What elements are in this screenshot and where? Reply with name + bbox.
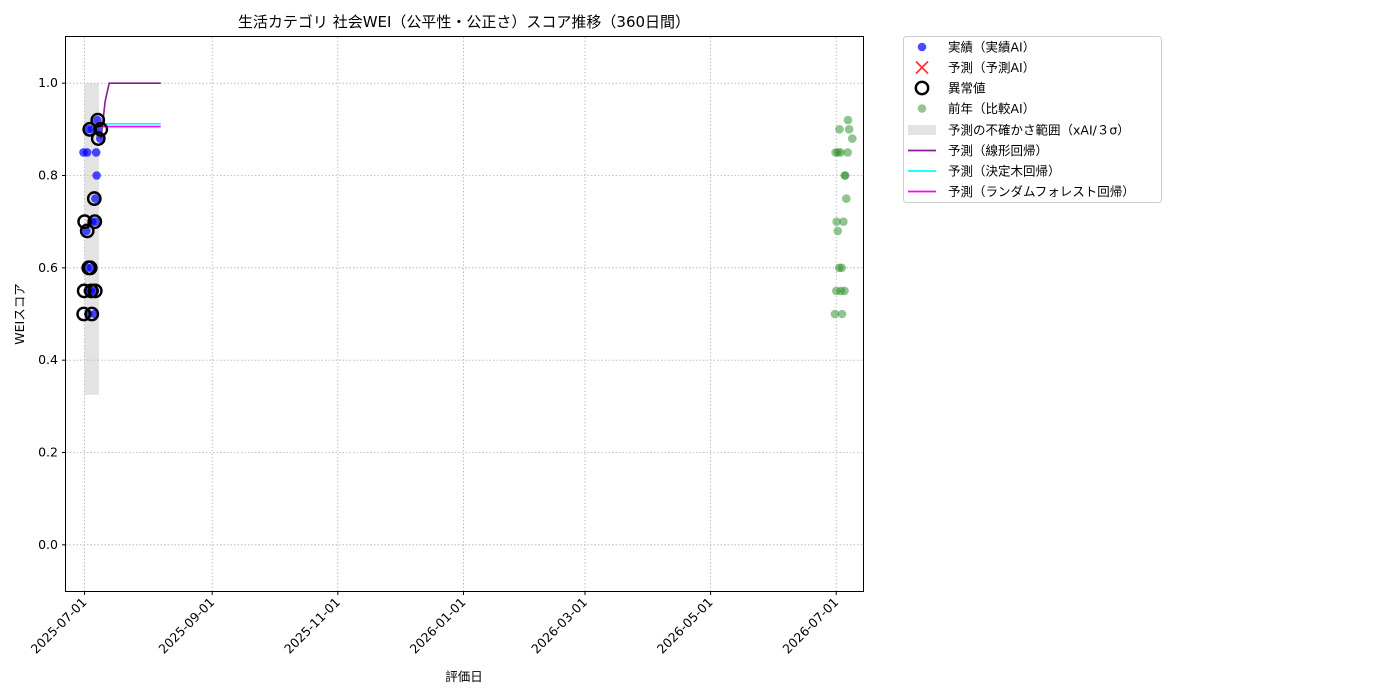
legend-dot-marker: [917, 104, 927, 113]
grid: [66, 37, 863, 591]
actual-point: [91, 148, 101, 157]
y-tick-label: 0.2: [38, 445, 58, 460]
x-tick-label: 2026-01-01: [407, 595, 469, 657]
prev-year-point: [840, 171, 850, 180]
y-tick-label: 0.0: [38, 537, 58, 552]
x-tick-label: 2026-05-01: [654, 595, 716, 657]
legend-label: 異常値: [948, 81, 986, 96]
plot-frame: [65, 36, 864, 592]
prediction-lines-layer: [100, 82, 161, 139]
prev-year-point: [842, 194, 851, 203]
x-tick-label: 2026-03-01: [528, 595, 590, 657]
actual-point: [92, 171, 101, 180]
wei-score-chart: 生活カテゴリ 社会WEI（公平性・公正さ）スコア推移（360日間） 0.0 0.2…: [12, 13, 1162, 684]
y-tick-label: 1.0: [38, 75, 58, 90]
legend-band-swatch: [908, 125, 936, 135]
x-tick-label: 2025-11-01: [281, 595, 343, 657]
prev-year-point: [837, 309, 847, 319]
chart-title: 生活カテゴリ 社会WEI（公平性・公正さ）スコア推移（360日間）: [238, 13, 690, 31]
legend-dot-marker: [917, 42, 927, 52]
y-tick-label: 0.6: [38, 260, 58, 275]
scatter-points-layer: [76, 112, 857, 322]
prev-year-point: [839, 217, 848, 226]
y-tick-label: 0.4: [38, 352, 58, 367]
actual-point: [82, 148, 92, 157]
prev-year-point: [843, 148, 853, 157]
legend-label: 予測の不確かさ範囲（xAI/３σ）: [948, 123, 1130, 138]
legend-label: 予測（線形回帰）: [948, 143, 1048, 158]
prev-year-point: [835, 125, 844, 134]
x-axis-label: 評価日: [445, 669, 483, 684]
x-tick-label: 2025-07-01: [28, 595, 90, 657]
linear-regression-line: [100, 82, 161, 139]
legend-label: 予測（ランダムフォレスト回帰）: [948, 184, 1135, 199]
prev-year-point: [843, 115, 853, 125]
y-axis-label: WEIスコア: [12, 283, 27, 344]
axis-ticks: 0.0 0.2 0.4 0.6 0.8 1.0 2025-07-01 2025-09-01 20…: [28, 75, 842, 656]
legend: 実績（実績AI） 予測（予測AI） 異常値前年（比較AI） 予測の不確かさ範囲（xAI…: [903, 36, 1162, 203]
prev-year-point: [847, 134, 857, 143]
prev-year-point: [833, 226, 843, 236]
prev-year-point: [844, 125, 854, 134]
prev-year-point: [837, 263, 847, 273]
y-tick-label: 0.8: [38, 168, 58, 183]
x-tick-label: 2025-09-01: [155, 595, 217, 657]
legend-label: 予測（決定木回帰）: [948, 164, 1061, 179]
legend-label: 前年（比較AI）: [948, 101, 1035, 116]
x-tick-label: 2026-07-01: [779, 595, 841, 657]
legend-label: 実績（実績AI）: [948, 40, 1035, 55]
legend-label: 予測（予測AI）: [948, 60, 1035, 75]
prev-year-point: [840, 286, 849, 296]
